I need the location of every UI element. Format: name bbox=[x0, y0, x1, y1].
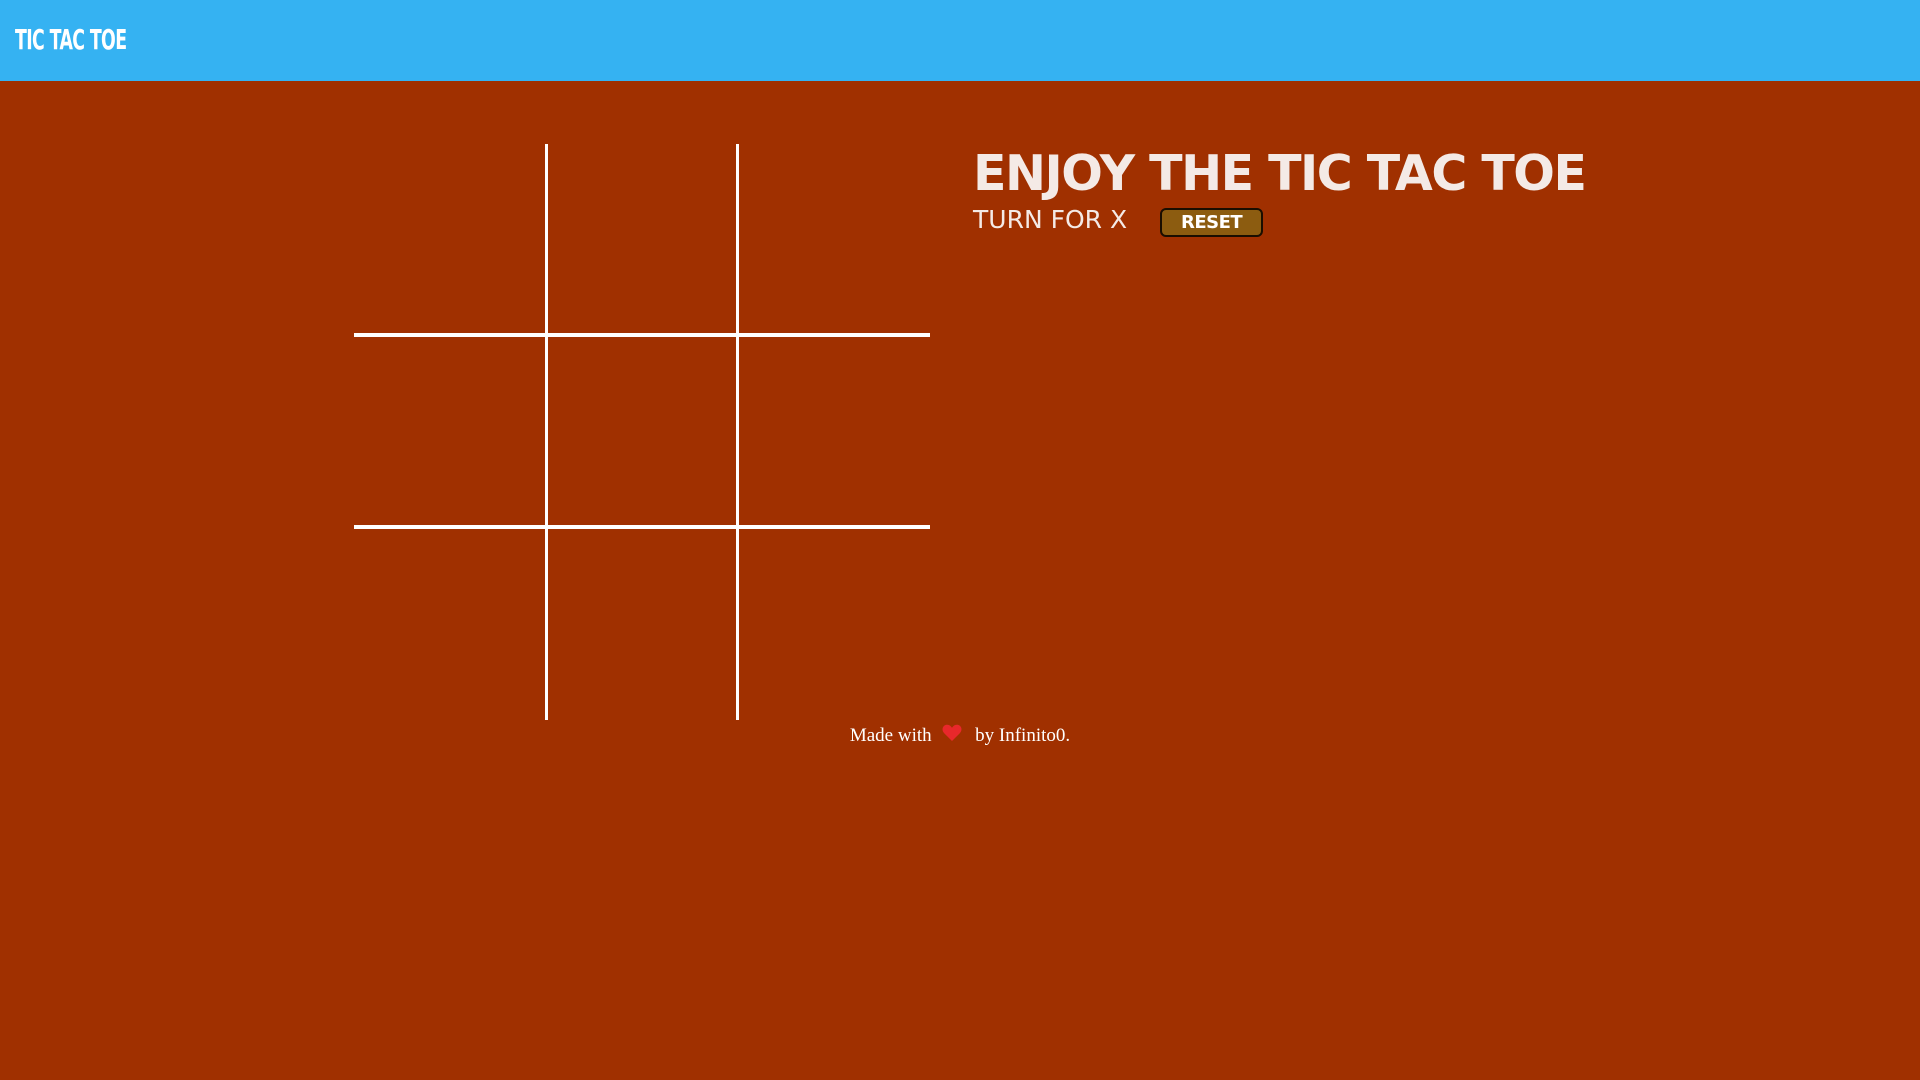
turn-indicator: TURN FOR X bbox=[973, 205, 1128, 234]
footer-made-with: Made with bbox=[849, 725, 932, 746]
reset-button[interactable]: RESET bbox=[1160, 207, 1264, 237]
brand-title[interactable]: TIC TAC TOE bbox=[15, 20, 127, 60]
board-cell-7[interactable] bbox=[354, 529, 542, 717]
page-title: ENJOY THE TIC TAC TOE bbox=[973, 145, 1587, 202]
footer-author: by Infinito0. bbox=[975, 725, 1071, 746]
heart-icon bbox=[942, 723, 962, 751]
board-cell-2[interactable] bbox=[548, 144, 736, 332]
footer: Made with by Infinito0. bbox=[0, 722, 1920, 751]
board-cell-1[interactable] bbox=[354, 144, 542, 332]
board-cell-3[interactable] bbox=[739, 144, 927, 332]
board-cell-8[interactable] bbox=[548, 529, 736, 717]
navbar: TIC TAC TOE bbox=[0, 0, 1920, 81]
board-cell-6[interactable] bbox=[739, 337, 927, 525]
board-cell-5[interactable] bbox=[548, 337, 736, 525]
board-cell-9[interactable] bbox=[739, 529, 927, 717]
board-cell-4[interactable] bbox=[354, 337, 542, 525]
game-board bbox=[354, 144, 930, 720]
game-info-panel: ENJOY THE TIC TAC TOE TURN FOR X RESET bbox=[973, 140, 1587, 238]
